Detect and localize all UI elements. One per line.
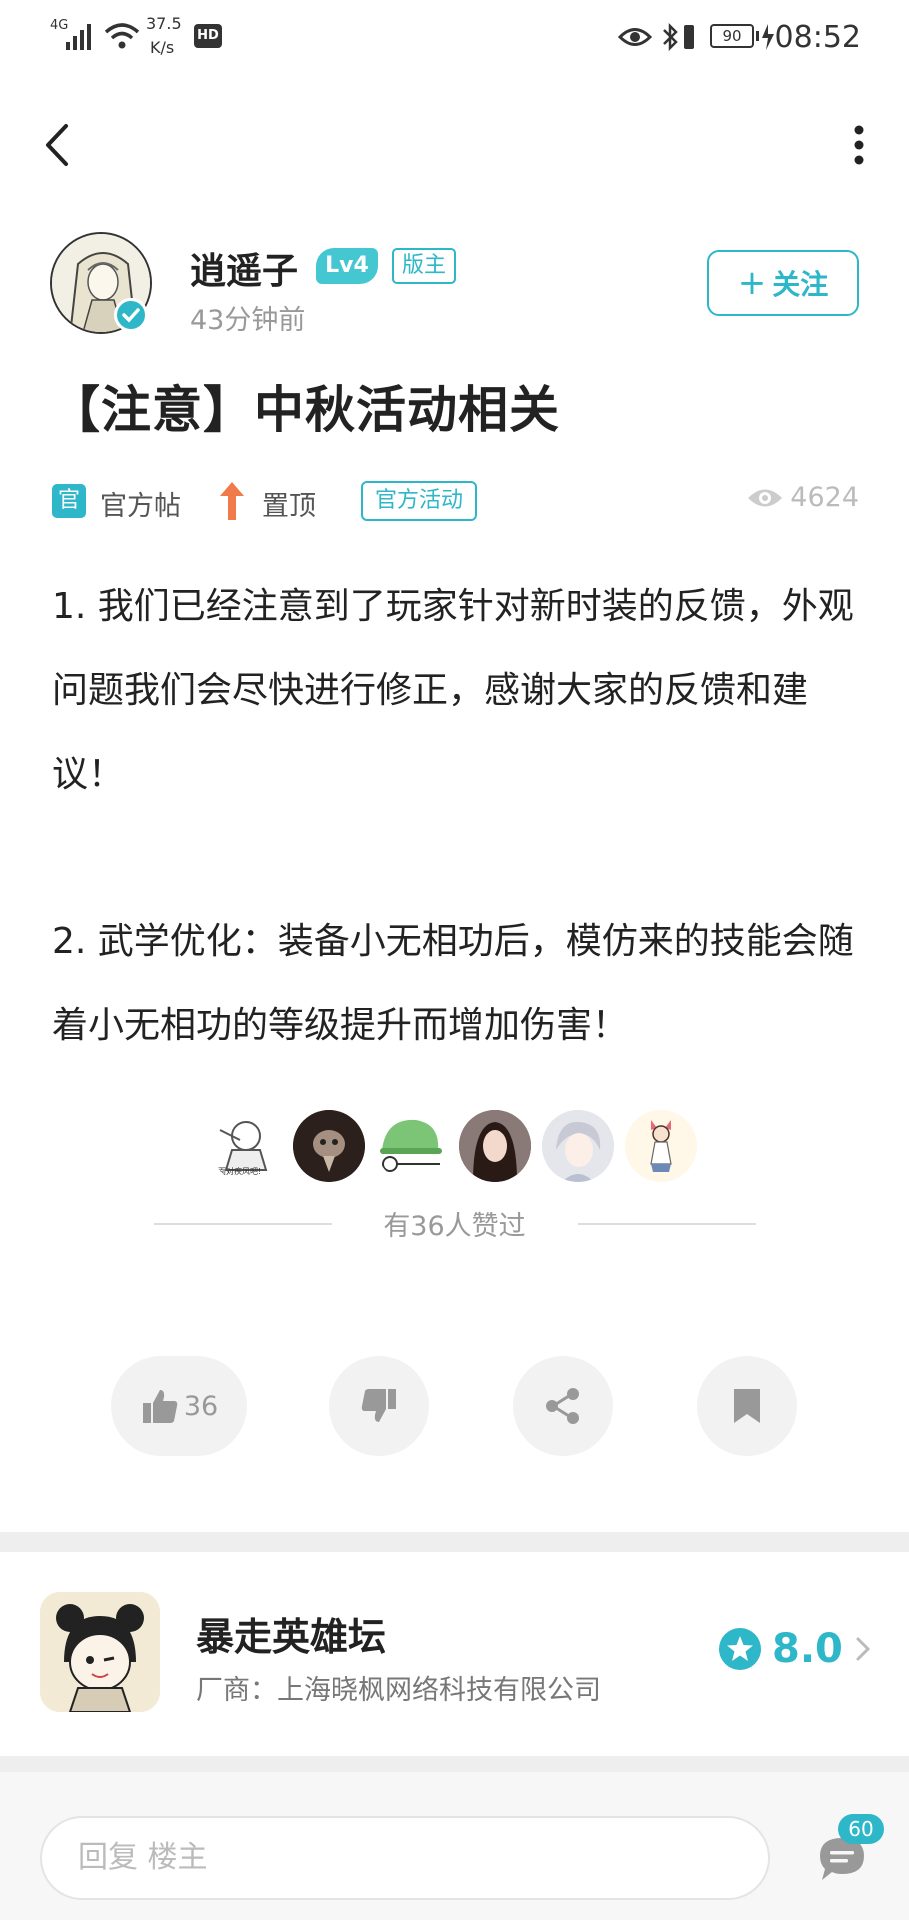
section-divider (0, 1532, 909, 1552)
likes-summary[interactable]: 有36人赞过 (0, 1204, 909, 1243)
dislike-button[interactable] (329, 1356, 429, 1456)
view-count-value: 4624 (790, 482, 859, 513)
pinned-label: 置顶 (262, 491, 316, 522)
like-count: 36 (183, 1390, 219, 1422)
eye-comfort-icon (618, 28, 652, 46)
battery-icon: 90 (710, 24, 754, 48)
star-icon (719, 1628, 761, 1670)
status-bar: 4G 37.5 K/s HD 90 08:52 (0, 0, 909, 78)
vibrate-icon (684, 25, 694, 49)
liker-avatar[interactable] (542, 1110, 614, 1182)
comment-count-badge: 60 (838, 1814, 884, 1844)
liker-avatar[interactable] (293, 1110, 365, 1182)
post-time: 43分钟前 (190, 305, 306, 336)
moderator-badge: 版主 (392, 248, 456, 284)
author-name[interactable]: 逍遥子 (190, 242, 298, 294)
game-score: 8.0 (718, 1626, 873, 1672)
level-badge: Lv4 (316, 248, 378, 284)
follow-label: 关注 (772, 268, 829, 301)
back-arrow-icon[interactable] (40, 122, 74, 168)
eye-icon (748, 489, 783, 506)
post-paragraph: 1. 我们已经注意到了玩家针对新时装的反馈，外观问题我们会尽快进行修正，感谢大家… (52, 586, 854, 795)
liker-avatar-caption: 面对疾风吧! (218, 1167, 262, 1176)
reply-input[interactable]: 回复 楼主 (40, 1816, 770, 1900)
wifi-icon (104, 23, 140, 49)
game-icon (40, 1592, 160, 1712)
game-score-value: 8.0 (772, 1626, 843, 1672)
official-activity-tag[interactable]: 官方活动 (361, 481, 477, 521)
chevron-right-icon (856, 1637, 870, 1661)
liker-avatar[interactable]: 面对疾风吧! (210, 1110, 282, 1182)
pin-arrow-icon (220, 482, 244, 520)
hd-icon: HD (194, 24, 222, 48)
verified-icon (114, 298, 148, 332)
share-button[interactable] (513, 1356, 613, 1456)
liker-avatar[interactable] (625, 1110, 697, 1182)
like-button[interactable]: 36 (111, 1356, 247, 1456)
bluetooth-icon (663, 22, 678, 52)
network-speed-value: 37.5 (146, 14, 182, 33)
network-speed-unit: K/s (150, 38, 175, 57)
game-vendor: 厂商：上海晓枫网络科技有限公司 (196, 1675, 601, 1706)
clock: 08:52 (774, 20, 861, 55)
liker-avatar[interactable] (459, 1110, 531, 1182)
game-card[interactable]: 暴走英雄坛 厂商：上海晓枫网络科技有限公司 8.0 (0, 1552, 909, 1756)
bookmark-button[interactable] (697, 1356, 797, 1456)
post-paragraph: 2. 武学优化：装备小无相功后，模仿来的技能会随着小无相功的等级提升而增加伤害！ (52, 921, 854, 1046)
more-options-icon[interactable] (849, 122, 869, 168)
signal-icon (66, 24, 91, 50)
thumbs-up-icon (142, 1390, 178, 1423)
official-icon: 官 (52, 484, 86, 518)
view-count: 4624 (746, 482, 859, 513)
liker-avatar[interactable] (376, 1110, 448, 1182)
share-icon (546, 1388, 579, 1424)
bookmark-icon (734, 1389, 760, 1423)
game-name: 暴走英雄坛 (196, 1615, 387, 1659)
plus-icon: + (737, 263, 767, 303)
post-title: 【注意】中秋活动相关 (50, 381, 560, 439)
official-post-label: 官方帖 (100, 491, 181, 522)
thumbs-down-icon (361, 1389, 396, 1422)
follow-button[interactable]: + 关注 (707, 250, 859, 316)
section-divider (0, 1756, 909, 1772)
